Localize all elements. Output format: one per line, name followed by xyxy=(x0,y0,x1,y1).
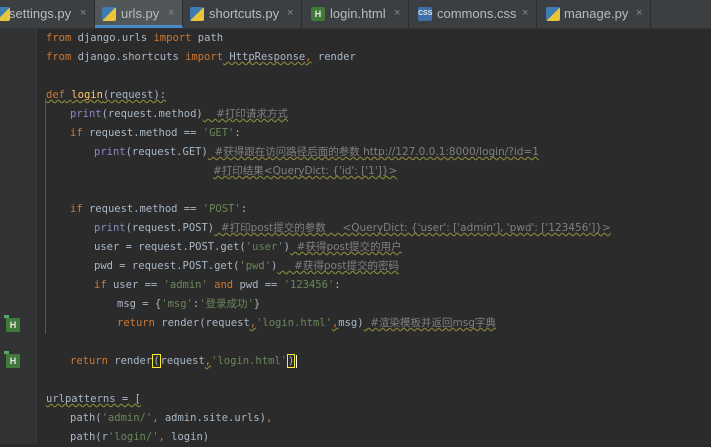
code-line-14: if user == 'admin' and pwd == '123456': xyxy=(94,279,341,291)
line-gutter: H H xyxy=(0,29,37,444)
code-line-8: #打印结果<QueryDict: {'id': ['1']}> xyxy=(213,165,398,177)
editor-tab-bar: settings.py × urls.py × shortcuts.py × H… xyxy=(0,0,711,29)
close-icon[interactable]: × xyxy=(636,7,642,19)
tab-manage-py[interactable]: manage.py × xyxy=(537,0,651,28)
css-file-icon: CSS xyxy=(418,7,432,21)
code-line-6: if request.method == 'GET': xyxy=(70,127,241,139)
text-cursor xyxy=(296,354,298,368)
tab-login-html[interactable]: H login.html × xyxy=(302,0,409,28)
tab-label: commons.css xyxy=(437,6,517,21)
code-line-16: return render(request,'login.html',msg) … xyxy=(117,317,496,329)
close-icon[interactable]: × xyxy=(287,7,293,19)
python-file-icon xyxy=(190,7,204,21)
code-line-13: pwd = request.POST.get('pwd') #获得post提交的… xyxy=(94,260,400,272)
code-editor[interactable]: from django.urls import path from django… xyxy=(37,29,711,444)
code-line-10: if request.method == 'POST': xyxy=(70,203,248,215)
indent-guide xyxy=(45,98,46,334)
tab-settings-py[interactable]: settings.py × xyxy=(0,0,95,28)
code-line-20: urlpatterns = [ xyxy=(46,393,141,405)
html-template-gutter-icon[interactable]: H xyxy=(4,315,20,332)
tab-label: login.html xyxy=(330,6,386,21)
python-file-icon xyxy=(546,7,560,21)
code-line-11: print(request.POST) #打印post提交的参数 <QueryD… xyxy=(94,222,611,234)
code-line-7: print(request.GET) #获得跟在访问路径后面的参数 http:/… xyxy=(94,146,539,158)
code-line-1: from django.urls import path xyxy=(46,32,224,44)
tab-shortcuts-py[interactable]: shortcuts.py × xyxy=(183,0,302,28)
close-icon[interactable]: × xyxy=(80,7,86,19)
html-file-icon: H xyxy=(311,7,325,21)
code-line-4: def login(request): xyxy=(46,89,167,101)
code-line-12: user = request.POST.get('user') #获得post提… xyxy=(94,241,402,253)
code-line-21: path('admin/', admin.site.urls), xyxy=(70,412,273,424)
code-line-18: return render(request,'login.html') xyxy=(70,352,298,371)
tab-label: urls.py xyxy=(121,6,160,21)
close-icon[interactable]: × xyxy=(394,7,400,19)
code-line-2: from django.shortcuts import HttpRespons… xyxy=(46,51,356,63)
close-icon[interactable]: × xyxy=(168,7,174,19)
code-line-22: path(r'login/', login) xyxy=(70,431,210,443)
close-icon[interactable]: × xyxy=(522,7,528,19)
tab-urls-py[interactable]: urls.py × xyxy=(95,0,183,28)
python-file-icon xyxy=(102,7,116,21)
html-template-gutter-icon[interactable]: H xyxy=(4,351,20,368)
code-line-15: msg = {'msg':'登录成功'} xyxy=(117,298,261,310)
tab-label: shortcuts.py xyxy=(209,6,280,21)
code-line-5: print(request.method) #打印请求方式 xyxy=(70,108,288,120)
tab-label: settings.py xyxy=(9,6,72,21)
tab-commons-css[interactable]: CSS commons.css × xyxy=(409,0,537,28)
tab-label: manage.py xyxy=(564,6,629,21)
